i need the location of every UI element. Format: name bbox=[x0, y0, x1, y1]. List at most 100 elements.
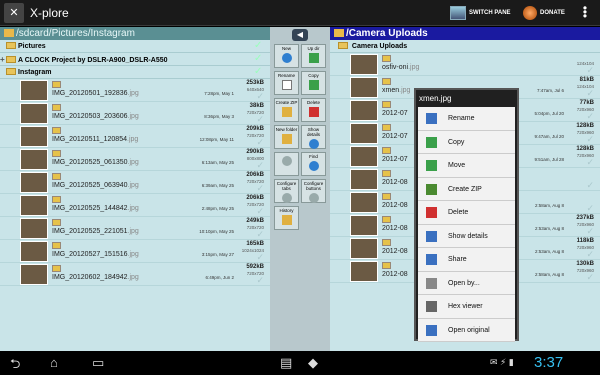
file-date: 6:49pm, Jun 2 bbox=[205, 275, 234, 280]
context-menu-item[interactable]: Rename bbox=[418, 107, 515, 131]
checkmark-icon[interactable]: ✓ bbox=[256, 91, 264, 102]
context-menu-item[interactable]: Create ZIP bbox=[418, 178, 515, 201]
checkmark-icon[interactable]: ✓ bbox=[586, 134, 594, 145]
image-file-icon bbox=[52, 219, 61, 226]
checkmark-icon[interactable]: ✓ bbox=[586, 111, 594, 122]
checkmark-icon[interactable]: ✓ bbox=[586, 88, 594, 99]
file-date: 10:10pm, May 25 bbox=[199, 229, 234, 234]
file-row[interactable]: IMG_20120525_221051.jpg 10:10pm, May 25 24… bbox=[0, 217, 270, 240]
checkmark-icon[interactable]: ✓ bbox=[256, 183, 264, 194]
file-row[interactable]: IMG_20120602_184942.jpg 6:49pm, Jun 2 592k… bbox=[0, 263, 270, 286]
context-menu-item[interactable]: Open original bbox=[418, 319, 515, 342]
checkmark-icon[interactable]: ✓ bbox=[256, 137, 264, 148]
switch-pane-label: SWITCH PANE bbox=[469, 10, 511, 16]
context-menu-item[interactable]: Delete bbox=[418, 201, 515, 225]
file-row[interactable]: IMG_20120525_144842.jpg 2:48pm, May 25 206… bbox=[0, 194, 270, 217]
tool-button[interactable]: New folder bbox=[274, 125, 299, 149]
checkmark-icon[interactable]: ✓ bbox=[586, 203, 594, 214]
file-size: 130kB bbox=[576, 261, 594, 267]
file-row[interactable]: IMG_20120503_203606.jpg 8:36pm, May 3 38kB… bbox=[0, 102, 270, 125]
file-row[interactable]: IMG_20120525_061350.jpg 6:13am, May 25 290… bbox=[0, 148, 270, 171]
tool-button[interactable]: New bbox=[274, 44, 299, 68]
notification-icon[interactable]: ◆ bbox=[308, 355, 318, 371]
folder-row[interactable]: + A CLOCK Project by DSLR-A900_DSLR-A550 ✓ bbox=[0, 53, 270, 66]
file-row[interactable]: IMG_20120511_120854.jpg 12:08pm, May 11 20… bbox=[0, 125, 270, 148]
file-row[interactable]: IMG_20120525_063940.jpg 6:39am, May 25 206… bbox=[0, 171, 270, 194]
checkmark-icon[interactable]: ✓ bbox=[586, 65, 594, 76]
folder-row[interactable]: Instagram ✓ bbox=[0, 66, 270, 79]
file-date: 8:36pm, May 3 bbox=[204, 114, 234, 119]
context-menu-item[interactable]: Hex viewer bbox=[418, 295, 515, 319]
back-icon[interactable]: ⮌ bbox=[10, 355, 20, 375]
tool-button[interactable]: Rename bbox=[274, 71, 299, 95]
tool-button[interactable]: Find bbox=[301, 152, 326, 176]
context-menu-label: Open original bbox=[448, 326, 490, 334]
right-path-bar[interactable]: /Camera Uploads bbox=[330, 27, 600, 40]
file-date: 2:58am, Aug 8 bbox=[534, 203, 564, 208]
checkmark-icon[interactable]: ✓ bbox=[256, 206, 264, 217]
checkmark-icon[interactable]: ✓ bbox=[256, 114, 264, 125]
file-size: 81kB bbox=[579, 77, 594, 83]
checkmark-icon[interactable]: ✓ bbox=[254, 54, 264, 64]
context-menu-item[interactable]: Copy bbox=[418, 131, 515, 154]
image-file-icon bbox=[382, 78, 391, 85]
hex-icon bbox=[426, 301, 437, 312]
image-file-icon bbox=[382, 262, 391, 269]
tool-button[interactable]: Create ZIP bbox=[274, 98, 299, 122]
file-row[interactable]: IMG_20120501_192836.jpg 7:28pm, May 1 253k… bbox=[0, 79, 270, 102]
app-logo-icon: ✕ bbox=[4, 3, 24, 23]
context-menu-item[interactable]: Show details bbox=[418, 225, 515, 248]
file-row[interactable]: osfiv-oni.jpg 124x104 ✓ bbox=[330, 53, 600, 76]
image-file-icon bbox=[382, 239, 391, 246]
recent-apps-icon[interactable]: ▭ bbox=[92, 355, 104, 371]
home-icon[interactable]: ⌂ bbox=[50, 355, 58, 370]
checkmark-icon[interactable]: ✓ bbox=[256, 160, 264, 171]
share-icon bbox=[426, 254, 437, 265]
left-path-bar[interactable]: /sdcard/Pictures/Instagram bbox=[0, 27, 270, 40]
checkmark-icon[interactable]: ✓ bbox=[256, 275, 264, 286]
checkmark-icon[interactable]: ✓ bbox=[586, 249, 594, 260]
tool-button[interactable]: Configure tabs bbox=[274, 179, 299, 203]
move-icon bbox=[426, 160, 437, 171]
checkmark-icon[interactable]: ✓ bbox=[586, 226, 594, 237]
folder-row[interactable]: Camera Uploads bbox=[330, 40, 600, 53]
tool-button[interactable] bbox=[274, 152, 299, 176]
tool-label: Show details bbox=[306, 127, 320, 137]
file-name: 2012-07 bbox=[382, 156, 408, 163]
open-original-icon bbox=[426, 324, 437, 336]
tool-button[interactable]: Show details bbox=[301, 125, 326, 149]
checkmark-icon[interactable]: ✓ bbox=[256, 252, 264, 263]
donate-label: DONATE bbox=[540, 10, 565, 16]
thumbnail-image bbox=[350, 261, 378, 282]
tool-button[interactable]: Copy bbox=[301, 71, 326, 95]
collapse-arrow-icon[interactable]: ◀ bbox=[292, 29, 308, 41]
donate-button[interactable]: DONATE bbox=[523, 4, 565, 22]
context-menu-item[interactable]: Move bbox=[418, 154, 515, 178]
file-size: 206kB bbox=[246, 195, 264, 201]
menu-icon[interactable]: ▤ bbox=[280, 355, 292, 371]
checkmark-icon[interactable]: ✓ bbox=[254, 41, 264, 51]
overflow-menu-icon[interactable]: • • • bbox=[580, 2, 590, 22]
thumbnail-image bbox=[20, 126, 48, 147]
system-nav-bar: ⮌ ⌂ ▭ ▤ ◆ ✉ ⚡ ▮ 3:37 bbox=[0, 351, 600, 375]
context-menu-item[interactable]: Open by... bbox=[418, 272, 515, 295]
context-menu-label: Open by... bbox=[448, 279, 480, 287]
file-date: 9:51am, Jul 28 bbox=[534, 157, 564, 162]
tool-button[interactable]: History bbox=[274, 206, 299, 230]
file-name: 2012-07 bbox=[382, 133, 408, 140]
folder-name: Camera Uploads bbox=[351, 43, 408, 50]
copy-icon bbox=[426, 136, 437, 148]
tool-button[interactable]: Delete bbox=[301, 98, 326, 122]
file-row[interactable]: IMG_20120527_151516.jpg 3:15pm, May 27 165… bbox=[0, 240, 270, 263]
tool-button[interactable]: Configure buttons bbox=[301, 179, 326, 203]
tool-button[interactable]: Up dir bbox=[301, 44, 326, 68]
checkmark-icon[interactable]: ✓ bbox=[256, 229, 264, 240]
checkmark-icon[interactable]: ✓ bbox=[254, 67, 264, 77]
context-menu-item[interactable]: Share bbox=[418, 248, 515, 272]
switch-pane-button[interactable]: SWITCH PANE bbox=[450, 4, 511, 22]
thumbnail-image bbox=[350, 192, 378, 213]
checkmark-icon[interactable]: ✓ bbox=[586, 180, 594, 191]
checkmark-icon[interactable]: ✓ bbox=[586, 157, 594, 168]
folder-row[interactable]: Pictures ✓ bbox=[0, 40, 270, 53]
checkmark-icon[interactable]: ✓ bbox=[586, 272, 594, 283]
